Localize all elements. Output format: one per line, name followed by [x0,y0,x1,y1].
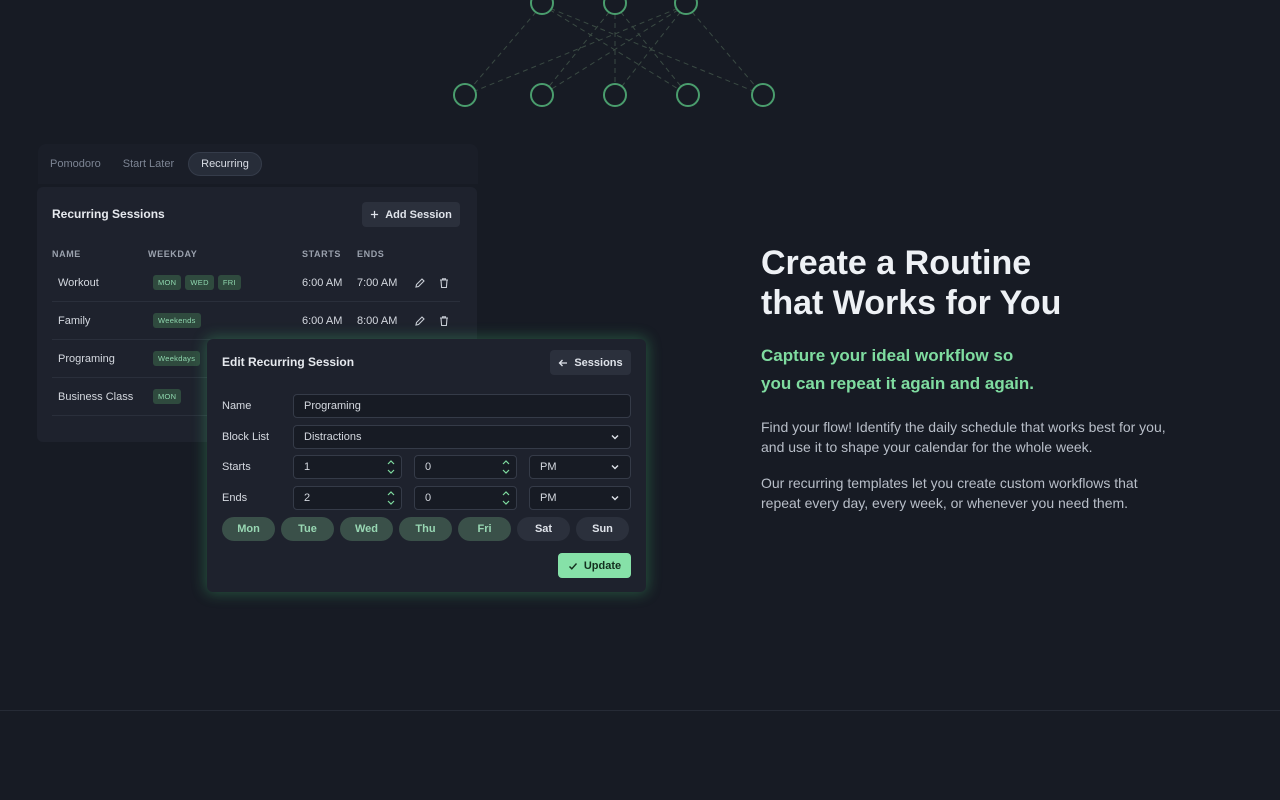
hero-subtitle: Capture your ideal workflow so you can r… [761,342,1081,398]
tab-start-later[interactable]: Start Later [115,152,182,176]
chevron-down-icon [611,435,619,440]
update-label: Update [583,559,622,572]
name-value: Programing [304,400,361,412]
add-session-button[interactable]: Add Session [362,202,460,227]
session-name: Programing [58,352,115,365]
day-toggle-sun[interactable]: Sun [576,517,629,541]
starts-hour-value: 1 [304,461,311,473]
stepper-arrows-icon [502,491,510,505]
day-toggle-mon[interactable]: Mon [222,517,275,541]
ends-minute-value: 0 [425,492,432,504]
day-toggle-thu[interactable]: Thu [399,517,452,541]
weekday-chip: MON [153,275,182,290]
stepper-arrows-icon [387,460,395,474]
name-label: Name [222,400,252,412]
column-header-ends: ENDS [357,249,385,259]
starts-minute-stepper[interactable]: 0 [414,455,517,479]
chevron-down-icon [611,465,619,470]
block-list-label: Block List [222,431,270,443]
network-node [676,83,700,107]
modal-title: Edit Recurring Session [222,355,355,369]
ends-hour-value: 2 [304,492,311,504]
hero-title: Create a Routine that Works for You [761,243,1181,323]
network-graphic [453,0,775,107]
stepper-arrows-icon [502,460,510,474]
edit-session-modal: Edit Recurring Session Sessions Name Pro… [207,339,646,592]
block-list-select[interactable]: Distractions [293,425,631,449]
name-field[interactable]: Programing [293,394,631,418]
trash-icon[interactable] [438,315,450,327]
day-toggle-wed[interactable]: Wed [340,517,393,541]
hero-subtitle-line-1: Capture your ideal workflow so [761,346,1014,365]
starts-label: Starts [222,461,251,473]
day-toggle-tue[interactable]: Tue [281,517,334,541]
edit-icon[interactable] [414,277,426,289]
starts-period-select[interactable]: PM [529,455,631,479]
edit-icon[interactable] [414,315,426,327]
ends-minute-stepper[interactable]: 0 [414,486,517,510]
section-divider [0,710,1280,711]
hero-title-line-1: Create a Routine [761,244,1032,282]
hero-subtitle-line-2: you can repeat it again and again. [761,374,1035,393]
hero-title-line-2: that Works for You [761,284,1062,322]
network-node [603,83,627,107]
ends-hour-stepper[interactable]: 2 [293,486,402,510]
card-title: Recurring Sessions [52,207,165,221]
table-row[interactable]: Workout MON WED FRI 6:00 AM 7:00 AM [52,264,460,302]
ends-period-value: PM [540,492,557,504]
plus-icon [371,210,379,219]
session-name: Workout [58,276,99,289]
row-actions [414,302,450,339]
weekday-toggles: Mon Tue Wed Thu Fri Sat Sun [222,517,629,541]
table-row[interactable]: Family Weekends 6:00 AM 8:00 AM [52,302,460,340]
session-weekdays: Weekends [153,302,201,339]
column-header-weekday: WEEKDAY [148,249,198,259]
session-name: Business Class [58,390,134,403]
starts-minute-value: 0 [425,461,432,473]
stepper-arrows-icon [387,491,395,505]
row-actions [414,264,450,301]
block-list-value: Distractions [304,431,362,443]
session-start: 6:00 AM [302,314,343,327]
weekday-chip: WED [185,275,214,290]
update-button[interactable]: Update [558,553,631,578]
weekday-chip: MON [153,389,182,404]
tab-recurring[interactable]: Recurring [188,152,262,176]
check-icon [568,562,577,570]
network-node [530,0,554,15]
hero-paragraph-1: Find your flow! Identify the daily sched… [761,419,1166,455]
hero-paragraph-2: Our recurring templates let you create c… [761,475,1138,511]
session-end: 7:00 AM [357,276,398,289]
arrow-left-icon [558,359,568,366]
session-end: 8:00 AM [357,314,398,327]
chevron-down-icon [611,496,619,501]
trash-icon[interactable] [438,277,450,289]
network-node [603,0,627,15]
session-weekdays: MON [153,378,182,415]
starts-period-value: PM [540,461,557,473]
day-toggle-fri[interactable]: Fri [458,517,511,541]
session-start: 6:00 AM [302,276,343,289]
network-node [751,83,775,107]
back-label: Sessions [574,356,623,369]
add-session-label: Add Session [385,208,452,221]
column-header-name: NAME [52,249,81,259]
weekday-chip: Weekdays [153,351,201,366]
weekday-chip: Weekends [153,313,201,328]
session-weekdays: MON WED FRI [153,264,241,301]
session-name: Family [58,314,91,327]
back-to-sessions-button[interactable]: Sessions [550,350,631,375]
network-node [453,83,477,107]
weekday-chip: FRI [217,275,241,290]
tab-pomodoro[interactable]: Pomodoro [42,152,109,176]
session-weekdays: Weekdays [153,340,201,377]
network-node [530,83,554,107]
ends-period-select[interactable]: PM [529,486,631,510]
ends-label: Ends [222,492,248,504]
starts-hour-stepper[interactable]: 1 [293,455,402,479]
session-type-tabs: Pomodoro Start Later Recurring [38,144,478,184]
column-header-starts: STARTS [302,249,341,259]
network-node [674,0,698,15]
day-toggle-sat[interactable]: Sat [517,517,570,541]
